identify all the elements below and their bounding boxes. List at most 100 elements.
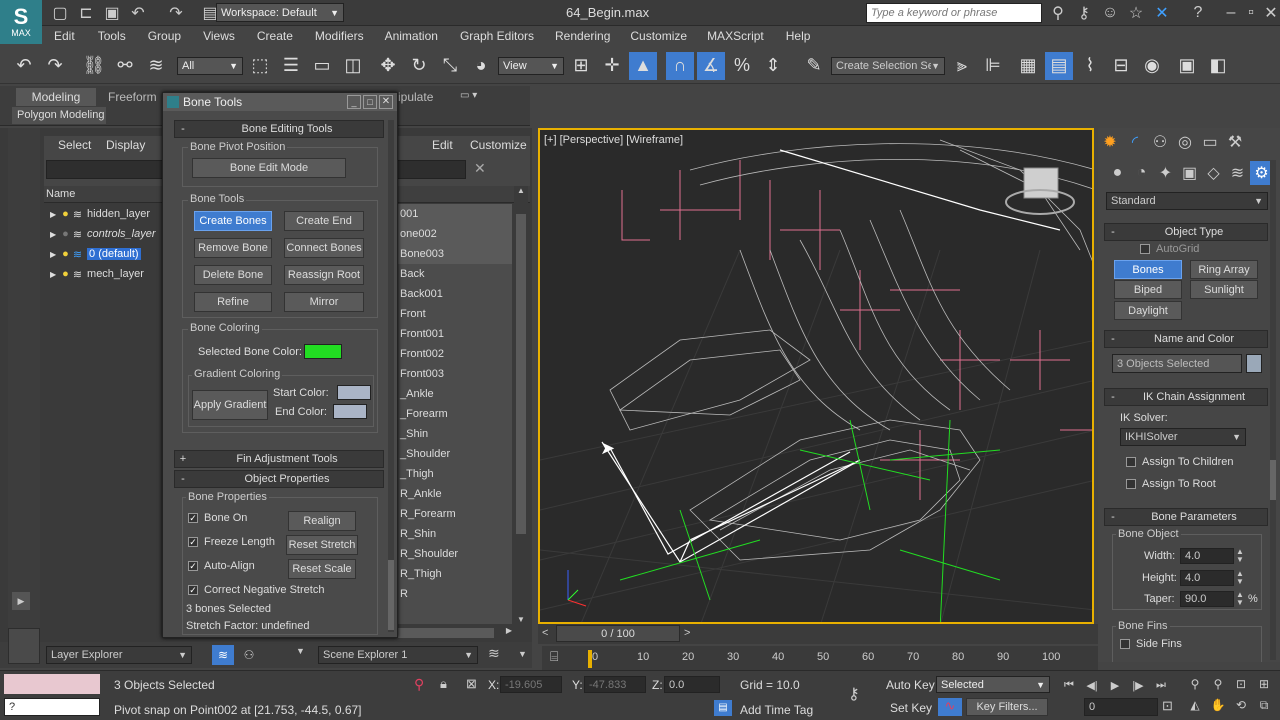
scene-object-row[interactable]: Front001 (398, 324, 512, 344)
explorer-tab-customize[interactable]: Customize (470, 138, 527, 152)
scroll-right-icon[interactable]: ▶ (506, 626, 512, 635)
apply-gradient-button[interactable]: Apply Gradient (192, 390, 268, 420)
create-end-button[interactable]: Create End (284, 211, 364, 231)
field-of-view-icon[interactable]: ◭ (1184, 695, 1206, 715)
menu-group[interactable]: Group (148, 29, 181, 43)
layer-row[interactable]: ▶ ● ≋ controls_layer (44, 224, 162, 244)
undo-icon[interactable]: ↶ (126, 1, 150, 25)
explorer-tab-display[interactable]: Display (106, 138, 145, 152)
select-scale-icon[interactable]: ⤡ (436, 52, 464, 80)
scene-object-row[interactable]: R_Thigh (398, 564, 512, 584)
key-tangent-icon[interactable]: ∿ (938, 698, 962, 716)
object-type-rollout[interactable]: - Object Type (1104, 223, 1268, 241)
selection-lock-icon[interactable]: 🔒︎ (440, 676, 447, 692)
reference-coordinate-dropdown[interactable]: View ▼ (498, 56, 564, 75)
utilities-tab-icon[interactable]: ⚒ (1223, 130, 1247, 154)
reassign-root-button[interactable]: Reassign Root (284, 265, 364, 285)
key-icon[interactable]: ⚷ (1072, 1, 1096, 25)
taper-spinner-arrows-icon[interactable]: ▲ ▼ (1236, 591, 1244, 607)
explorer-tab-edit[interactable]: Edit (432, 138, 453, 152)
lightbulb-icon[interactable]: ● (62, 228, 69, 240)
bone-edit-mode-button[interactable]: Bone Edit Mode (192, 158, 346, 178)
track-bar[interactable]: ⌸ 0 10 20 30 40 50 60 70 80 90 100 (542, 646, 1098, 670)
y-coordinate-field[interactable]: -47.833 (584, 676, 646, 693)
scroll-thumb[interactable] (1270, 460, 1276, 500)
spinner-snap-icon[interactable]: ⇕ (759, 52, 787, 80)
isolate-selection-icon[interactable]: ⚲ (414, 676, 424, 693)
scene-object-row[interactable]: R_Forearm (398, 504, 512, 524)
bind-space-warp-icon[interactable]: ≋ (142, 52, 170, 80)
layer-row[interactable]: ▶ ● ≋ 0 (default) (44, 244, 162, 264)
exchange-icon[interactable]: ✕ (1150, 1, 1174, 25)
correct-negative-stretch-checkbox[interactable]: ✓ Correct Negative Stretch (188, 584, 324, 596)
z-coordinate-field[interactable]: 0.0 (664, 676, 720, 693)
bone-on-checkbox[interactable]: ✓ Bone On (188, 512, 247, 524)
shapes-icon[interactable]: ◔ (1130, 161, 1153, 185)
scene-object-row[interactable]: _Ankle (398, 384, 512, 404)
bone-tools-titlebar[interactable]: Bone Tools _ □ ✕ (163, 93, 397, 111)
layer-row[interactable]: ▶ ● ≋ mech_layer (44, 264, 162, 284)
scene-object-row[interactable]: Bone003 (398, 244, 512, 264)
play-icon[interactable]: ▶ (1104, 676, 1126, 694)
mirror-button[interactable]: Mirror (284, 292, 364, 312)
select-by-name-icon[interactable]: ☰ (277, 52, 305, 80)
star-icon[interactable]: ☆ (1124, 1, 1148, 25)
ribbon-tab-populate[interactable]: ipulate (398, 88, 433, 106)
object-properties-rollout[interactable]: - Object Properties (174, 470, 384, 488)
undo-icon[interactable]: ↶ (10, 52, 38, 80)
user-icon[interactable]: ☺ (1098, 1, 1122, 25)
scene-object-row[interactable]: _Shin (398, 424, 512, 444)
daylight-button[interactable]: Daylight (1114, 301, 1182, 320)
layer-explorer-dropdown[interactable]: Layer Explorer ▼ (46, 646, 192, 664)
open-file-icon[interactable]: ⊏ (74, 1, 98, 25)
scene-object-row[interactable]: Front003 (398, 364, 512, 384)
perspective-viewport[interactable]: [+] [Perspective] [Wireframe] ➤ (538, 128, 1094, 624)
angle-snap-icon[interactable]: ∡ (697, 51, 725, 80)
ik-solver-dropdown[interactable]: IKHISolver ▼ (1120, 428, 1246, 446)
ribbon-sub-polygon-modeling[interactable]: Polygon Modeling (12, 107, 106, 124)
ribbon-tab-modeling[interactable]: Modeling (16, 88, 96, 106)
keyboard-shortcut-override-icon[interactable]: ▲ (629, 51, 657, 80)
maxscript-input[interactable]: ? (4, 698, 100, 716)
maxscript-listener-mini[interactable] (4, 674, 100, 694)
ik-chain-assignment-rollout[interactable]: - IK Chain Assignment (1104, 388, 1268, 406)
viewport-layout-thumb[interactable] (8, 628, 40, 664)
fin-adjustment-tools-rollout[interactable]: + Fin Adjustment Tools (174, 450, 384, 468)
percent-snap-icon[interactable]: % (728, 52, 756, 80)
time-configuration-icon[interactable]: ⊡ (1162, 698, 1173, 714)
scroll-thumb[interactable] (516, 214, 526, 534)
render-setup-icon[interactable]: ▣ (1173, 52, 1201, 80)
scene-object-row[interactable]: Front (398, 304, 512, 324)
window-crossing-icon[interactable]: ◫ (339, 52, 367, 80)
time-slider-thumb[interactable]: 0 / 100 (556, 625, 680, 642)
next-frame-icon[interactable]: |▶ (1127, 676, 1149, 694)
geometry-icon[interactable]: ● (1106, 161, 1129, 185)
assign-to-root-checkbox[interactable]: Assign To Root (1126, 478, 1216, 490)
command-panel-scrollbar[interactable] (1270, 160, 1276, 660)
sort-by-hierarchy-icon[interactable]: ⚇ (238, 645, 260, 665)
menu-tools[interactable]: Tools (98, 29, 126, 43)
lightbulb-icon[interactable]: ● (62, 208, 69, 220)
reset-scale-button[interactable]: Reset Scale (288, 559, 356, 579)
reset-stretch-button[interactable]: Reset Stretch (286, 535, 358, 555)
bone-tools-scrollbar[interactable] (388, 120, 394, 632)
track-bar-icon[interactable]: ⌸ (550, 648, 558, 665)
scroll-up-icon[interactable]: ▲ (514, 186, 528, 195)
scene-object-row[interactable]: R (398, 584, 512, 604)
scene-explorer-layers-icon[interactable]: ≋ (488, 645, 500, 662)
scene-object-row[interactable]: Front002 (398, 344, 512, 364)
binoculars-icon[interactable]: ⚲ (1046, 1, 1070, 25)
zoom-extents-icon[interactable]: ⊡ (1230, 674, 1252, 694)
connect-bones-button[interactable]: Connect Bones (284, 238, 364, 258)
scene-object-row[interactable]: R_Shoulder (398, 544, 512, 564)
edit-named-selection-icon[interactable]: ✎ (800, 52, 828, 80)
layer-explorer-icon[interactable]: ▦ (1014, 52, 1042, 80)
time-slider-prev-icon[interactable]: < (542, 627, 548, 639)
menu-edit[interactable]: Edit (54, 29, 75, 43)
category-dropdown[interactable]: Standard ▼ (1106, 192, 1268, 210)
expand-arrow-icon[interactable]: ▶ (12, 592, 30, 610)
menu-customize[interactable]: Customize (630, 29, 687, 43)
width-spinner[interactable]: 4.0 (1180, 548, 1234, 564)
height-spinner[interactable]: 4.0 (1180, 570, 1234, 586)
explorer-vertical-scrollbar[interactable]: ▲ ▼ (514, 186, 528, 624)
